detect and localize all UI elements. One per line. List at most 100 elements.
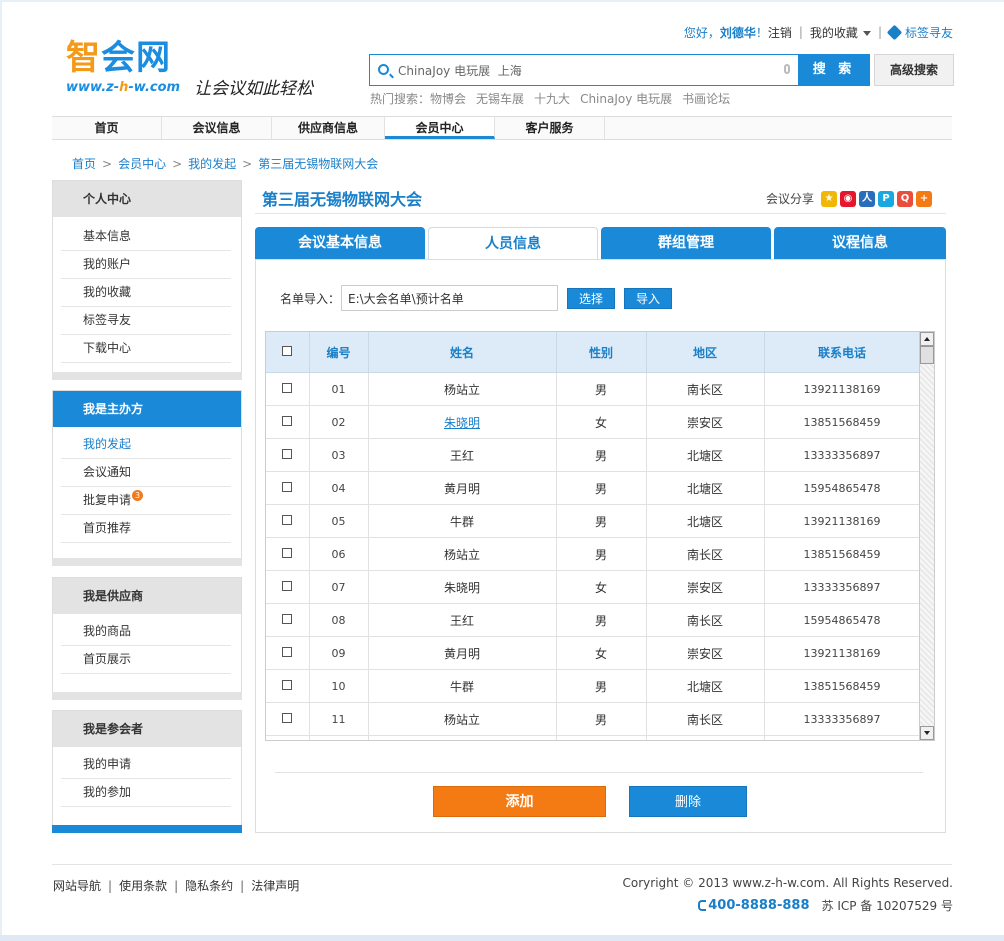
sidebar-item-my-participation[interactable]: 我的参加 xyxy=(61,779,231,807)
more-plus-icon[interactable]: + xyxy=(916,190,933,207)
row-checkbox[interactable] xyxy=(266,471,310,505)
nav-suppliers[interactable]: 供应商信息 xyxy=(272,117,385,139)
row-checkbox[interactable] xyxy=(266,372,310,406)
username[interactable]: 刘德华 xyxy=(720,24,756,41)
select-file-button[interactable]: 选择 xyxy=(567,288,615,309)
row-phone: 13851568459 xyxy=(764,669,921,703)
row-name: 朱晓明 xyxy=(368,570,557,604)
tab-basic-info[interactable]: 会议基本信息 xyxy=(255,227,425,259)
hot-search-link[interactable]: 书画论坛 xyxy=(682,92,730,106)
search-button[interactable]: 搜 索 xyxy=(798,54,870,86)
microphone-icon[interactable] xyxy=(784,64,790,74)
row-checkbox[interactable] xyxy=(266,438,310,472)
tab-group-management[interactable]: 群组管理 xyxy=(601,227,771,259)
footer-link[interactable]: 使用条款 xyxy=(119,879,167,893)
row-checkbox[interactable] xyxy=(266,636,310,670)
add-button[interactable]: 添加 xyxy=(433,786,606,817)
footer-link[interactable]: 隐私条约 xyxy=(185,879,233,893)
sidebar-item-my-products[interactable]: 我的商品 xyxy=(61,618,231,646)
advanced-search-button[interactable]: 高级搜索 xyxy=(874,54,954,86)
hot-searches: 热门搜索：物博会 无锡车展 十九大 ChinaJoy 电玩展 书画论坛 xyxy=(370,90,740,107)
row-phone: 13333356897 xyxy=(764,570,921,604)
import-button[interactable]: 导入 xyxy=(624,288,672,309)
site-logo[interactable]: 智会网 www.z-h-w.com 让会议如此轻松 xyxy=(66,30,336,100)
logo-mark: 智会网 xyxy=(66,38,171,78)
row-gender: 男 xyxy=(556,702,647,736)
logo-slogan: 让会议如此轻松 xyxy=(194,79,313,99)
tencent-weibo-icon[interactable]: P xyxy=(878,190,895,207)
renren-icon[interactable]: 人 xyxy=(859,190,876,207)
search-input[interactable] xyxy=(396,60,780,82)
nav-meetings[interactable]: 会议信息 xyxy=(162,117,272,139)
row-checkbox[interactable] xyxy=(266,702,310,736)
tab-agenda-info[interactable]: 议程信息 xyxy=(774,227,946,259)
hot-label: 热门搜索： xyxy=(370,92,431,106)
row-checkbox[interactable] xyxy=(266,603,310,637)
scroll-up-icon[interactable] xyxy=(920,332,934,346)
row-checkbox[interactable] xyxy=(266,735,310,740)
import-file-field[interactable] xyxy=(341,285,558,311)
name-link[interactable]: 朱晓明 xyxy=(444,416,480,430)
row-name: 王红 xyxy=(368,438,557,472)
breadcrumb-item[interactable]: 我的发起 xyxy=(188,157,236,171)
breadcrumb-item[interactable]: 首页 xyxy=(72,157,96,171)
tab-personnel-info[interactable]: 人员信息 xyxy=(428,227,598,260)
logout-link[interactable]: 注销 xyxy=(768,24,792,41)
row-checkbox[interactable] xyxy=(266,504,310,538)
weibo-icon[interactable]: ◉ xyxy=(840,190,857,207)
hot-search-link[interactable]: 十九大 xyxy=(534,92,570,106)
row-number: 04 xyxy=(309,471,369,505)
row-region: 北塘区 xyxy=(646,471,765,505)
row-checkbox[interactable] xyxy=(266,537,310,571)
hot-search-link[interactable]: 物博会 xyxy=(430,92,466,106)
sidebar-item-meeting-notice[interactable]: 会议通知 xyxy=(61,459,231,487)
hot-search-link[interactable]: 无锡车展 xyxy=(476,92,524,106)
delete-button[interactable]: 删除 xyxy=(629,786,747,817)
row-region: 崇安区 xyxy=(646,405,765,439)
column-header: 编号 xyxy=(309,332,369,373)
row-region: 南长区 xyxy=(646,603,765,637)
nav-home[interactable]: 首页 xyxy=(52,117,162,139)
qq-share-icon[interactable]: Q xyxy=(897,190,914,207)
table-row: 01 杨站立男南长区 13921138169 xyxy=(266,372,921,406)
sidebar-item-my-favorites[interactable]: 我的收藏 xyxy=(61,279,231,307)
tag-friends-link[interactable]: 标签寻友 xyxy=(905,24,953,41)
scroll-down-icon[interactable] xyxy=(920,726,934,740)
hot-search-link[interactable]: ChinaJoy 电玩展 xyxy=(580,92,672,106)
row-gender: 男 xyxy=(556,471,647,505)
nav-member-center[interactable]: 会员中心 xyxy=(385,117,495,139)
table-row: 02 朱晓明 女崇安区 13851568459 xyxy=(266,405,921,439)
sidebar-item-homepage-display[interactable]: 首页展示 xyxy=(61,646,231,674)
table-row: 08 王红男南长区 15954865478 xyxy=(266,603,921,637)
row-gender: 男 xyxy=(556,537,647,571)
table-row: 12朱晓明男崇安区15954865478 xyxy=(266,735,921,740)
row-gender: 女 xyxy=(556,636,647,670)
sidebar-item-basic-info[interactable]: 基本信息 xyxy=(61,223,231,251)
sidebar-item-tag-friends[interactable]: 标签寻友 xyxy=(61,307,231,335)
row-name: 杨站立 xyxy=(368,537,557,571)
row-name: 牛群 xyxy=(368,504,557,538)
scroll-thumb[interactable] xyxy=(920,346,934,364)
favorites-dropdown[interactable]: 我的收藏 xyxy=(810,24,871,41)
sidebar-item-my-account[interactable]: 我的账户 xyxy=(61,251,231,279)
row-checkbox[interactable] xyxy=(266,669,310,703)
nav-customer-service[interactable]: 客户服务 xyxy=(495,117,605,139)
footer-link[interactable]: 法律声明 xyxy=(251,879,299,893)
personnel-table: 编号 姓名 性别 地区 联系电话 01 杨站立男南长区 13921138169 02 朱… xyxy=(265,331,935,741)
row-name[interactable]: 朱晓明 xyxy=(368,405,557,439)
sidebar-item-downloads[interactable]: 下载中心 xyxy=(61,335,231,363)
select-all-checkbox[interactable] xyxy=(266,332,310,373)
sidebar-item-my-initiated[interactable]: 我的发起 xyxy=(61,431,231,459)
breadcrumb-item[interactable]: 会员中心 xyxy=(118,157,166,171)
row-gender: 男 xyxy=(556,735,647,740)
row-checkbox[interactable] xyxy=(266,570,310,604)
sidebar-item-approve-requests[interactable]: 批复申请 3 xyxy=(61,487,231,515)
qzone-star-icon[interactable]: ★ xyxy=(821,190,838,207)
sidebar-item-label: 批复申请 xyxy=(83,493,132,507)
divider: | xyxy=(877,25,882,39)
row-checkbox[interactable] xyxy=(266,405,310,439)
table-scrollbar[interactable] xyxy=(919,332,934,740)
footer-link[interactable]: 网站导航 xyxy=(53,879,101,893)
sidebar-item-my-applications[interactable]: 我的申请 xyxy=(61,751,231,779)
sidebar-item-homepage-recommend[interactable]: 首页推荐 xyxy=(61,515,231,543)
